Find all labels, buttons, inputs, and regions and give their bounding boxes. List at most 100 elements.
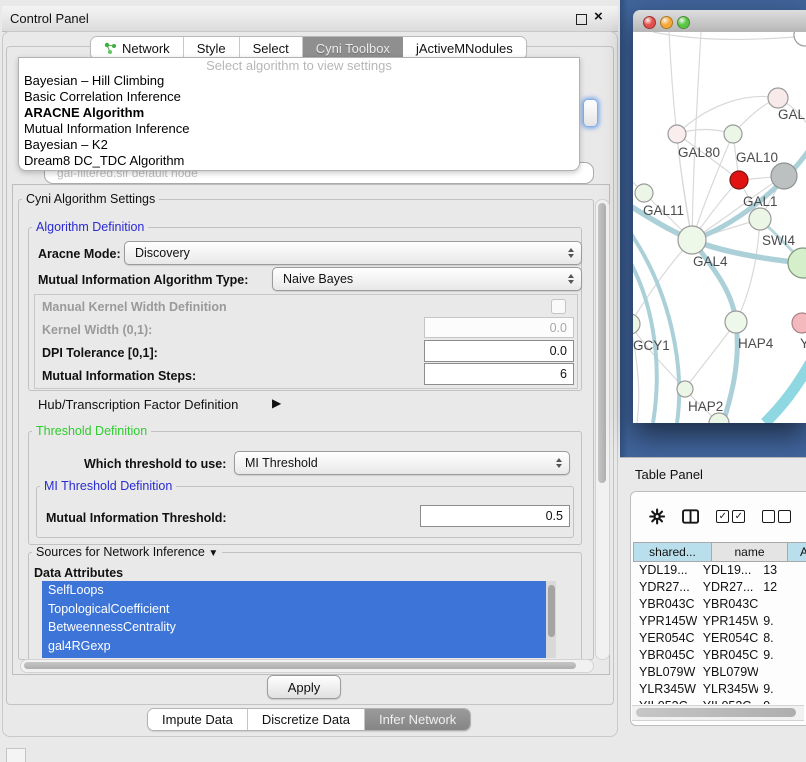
- traffic-light-close[interactable]: [643, 16, 656, 29]
- table-hscrollbar-thumb[interactable]: [636, 708, 796, 717]
- aracne-mode-value: Discovery: [135, 246, 190, 260]
- attribute-item[interactable]: gal4RGexp: [42, 637, 556, 656]
- table-row[interactable]: YLR345WYLR345W9.: [633, 682, 806, 699]
- network-node-gal80[interactable]: [668, 125, 686, 143]
- sources-collapse-icon[interactable]: ▼: [208, 548, 218, 559]
- apply-button[interactable]: Apply: [267, 675, 341, 699]
- table-cell: YDL19...: [697, 563, 759, 580]
- algorithm-option[interactable]: Dream8 DC_TDC Algorithm: [19, 153, 579, 169]
- table-row[interactable]: YBR043CYBR043C: [633, 597, 806, 614]
- traffic-light-zoom[interactable]: [677, 16, 690, 29]
- network-window-titlebar[interactable]: [633, 10, 806, 33]
- table-panel: Table Panel ✓✓ sh: [620, 457, 806, 762]
- control-panel-title: Control Panel: [10, 11, 89, 26]
- traffic-light-minimize[interactable]: [660, 16, 673, 29]
- table-cell: YER054C: [633, 631, 697, 648]
- algorithm-option[interactable]: Bayesian – Hill Climbing: [19, 73, 579, 89]
- inference-combo-fragment[interactable]: [583, 99, 598, 127]
- column-header-A[interactable]: A: [788, 542, 806, 562]
- table-toolbar: ✓✓: [631, 492, 806, 540]
- column-header-label: shared...: [649, 545, 696, 559]
- network-node-big-green[interactable]: [788, 248, 806, 278]
- attribute-item[interactable]: TopologicalCoefficient: [42, 600, 556, 619]
- network-node-pink-right[interactable]: [792, 313, 806, 333]
- tab-network[interactable]: Network: [91, 37, 184, 59]
- bottom-tab-discretize-data[interactable]: Discretize Data: [248, 709, 365, 730]
- table-cell: 12: [758, 580, 806, 597]
- bottom-tab-impute-data[interactable]: Impute Data: [148, 709, 248, 730]
- apply-button-label: Apply: [288, 680, 321, 695]
- gear-icon[interactable]: [649, 507, 665, 526]
- node-label-gal80: GAL80: [678, 145, 720, 160]
- network-node-gcy1[interactable]: [633, 314, 640, 334]
- network-node-red-node[interactable]: [730, 171, 748, 189]
- close-icon[interactable]: ×: [594, 8, 603, 25]
- kernel-width-field[interactable]: 0.0: [424, 317, 574, 338]
- tab-label: Style: [197, 41, 226, 56]
- mi-type-value: Naive Bayes: [283, 272, 353, 286]
- table-row[interactable]: YPR145WYPR145W9.: [633, 614, 806, 631]
- mi-steps-value: 6: [560, 367, 567, 381]
- tab-select[interactable]: Select: [240, 37, 303, 59]
- column-header-shared...[interactable]: shared...: [633, 542, 712, 562]
- network-node-gal11[interactable]: [635, 184, 653, 202]
- algorithm-definition-title: Algorithm Definition: [32, 220, 148, 234]
- network-node-gal4[interactable]: [678, 226, 706, 254]
- network-graph: GALGAL80GAL10GAL11GAL1SWI4GAL4GCY1HAP4YH…: [633, 32, 806, 423]
- bottom-tabs: Impute DataDiscretize DataInfer Network: [147, 708, 471, 731]
- algorithm-option[interactable]: ARACNE Algorithm: [19, 105, 579, 121]
- algorithm-dropdown: Select algorithm to view settings Bayesi…: [18, 57, 580, 171]
- algorithm-option[interactable]: Bayesian – K2: [19, 137, 579, 153]
- table-row[interactable]: YIL052CYIL052C9: [633, 699, 806, 704]
- manual-kernel-label: Manual Kernel Width Definition: [42, 300, 227, 314]
- table-inner-panel: ✓✓ shared... nameA YDL19...YDL19...13YDR2…: [630, 491, 806, 726]
- mi-steps-field[interactable]: 6: [424, 363, 574, 385]
- checked-checkboxes-icon[interactable]: ✓✓: [716, 510, 745, 523]
- network-node-node-top-partial[interactable]: [794, 32, 806, 46]
- unchecked-checkboxes-icon[interactable]: [762, 510, 791, 523]
- manual-kernel-checkbox[interactable]: [551, 299, 566, 314]
- mi-type-combo[interactable]: Naive Bayes: [272, 267, 582, 291]
- node-label-gal11: GAL11: [643, 203, 684, 218]
- bottom-tab-infer-network[interactable]: Infer Network: [365, 709, 470, 730]
- table-cell: YDR27...: [697, 580, 759, 597]
- table-cell: YBR045C: [697, 648, 759, 665]
- network-canvas[interactable]: GALGAL80GAL10GAL11GAL1SWI4GAL4GCY1HAP4YH…: [633, 32, 806, 423]
- column-header-name[interactable]: name: [712, 542, 788, 562]
- settings-hscrollbar-thumb[interactable]: [24, 662, 576, 669]
- split-columns-icon[interactable]: [682, 508, 699, 525]
- table-row[interactable]: YDR27...YDR27...12: [633, 580, 806, 597]
- collapsed-panel-stub[interactable]: [6, 748, 26, 762]
- table-cell: YER054C: [697, 631, 759, 648]
- which-threshold-combo[interactable]: MI Threshold: [234, 451, 570, 475]
- table-panel-title: Table Panel: [635, 467, 703, 482]
- tab-jactivemnodules[interactable]: jActiveMNodules: [403, 37, 526, 59]
- data-attributes-list: SelfLoopsTopologicalCoefficientBetweenne…: [42, 581, 556, 658]
- network-node-hap4[interactable]: [725, 311, 747, 333]
- table-row[interactable]: YER054CYER054C8.: [633, 631, 806, 648]
- attribute-item[interactable]: SelfLoops: [42, 581, 556, 600]
- float-icon[interactable]: [576, 14, 587, 25]
- algorithm-option[interactable]: Mutual Information Inference: [19, 121, 579, 137]
- hub-expand-icon[interactable]: ▶: [272, 396, 281, 410]
- network-node-gal-partial[interactable]: [768, 88, 788, 108]
- table-row[interactable]: YBL079WYBL079W: [633, 665, 806, 682]
- dpi-tolerance-field[interactable]: 0.0: [424, 340, 574, 362]
- attribute-item[interactable]: BetweennessCentrality: [42, 618, 556, 637]
- tab-label: Select: [253, 41, 289, 56]
- table-row[interactable]: YBR045CYBR045C9.: [633, 648, 806, 665]
- network-node-gray-node[interactable]: [771, 163, 797, 189]
- network-node-hap2[interactable]: [677, 381, 693, 397]
- mi-threshold-field[interactable]: 0.5: [420, 505, 570, 527]
- algorithm-option[interactable]: Basic Correlation Inference: [19, 89, 579, 105]
- settings-vscrollbar-thumb[interactable]: [598, 203, 606, 483]
- tab-cyni-toolbox[interactable]: Cyni Toolbox: [303, 37, 403, 59]
- tab-style[interactable]: Style: [184, 37, 240, 59]
- aracne-mode-combo[interactable]: Discovery: [124, 241, 582, 265]
- network-node-gal10[interactable]: [724, 125, 742, 143]
- hub-definition-label[interactable]: Hub/Transcription Factor Definition: [38, 397, 238, 412]
- network-node-gal1[interactable]: [749, 208, 771, 230]
- table-row[interactable]: YDL19...YDL19...13: [633, 563, 806, 580]
- attributes-scrollbar-thumb[interactable]: [548, 585, 555, 637]
- network-window: GALGAL80GAL10GAL11GAL1SWI4GAL4GCY1HAP4YH…: [633, 10, 806, 423]
